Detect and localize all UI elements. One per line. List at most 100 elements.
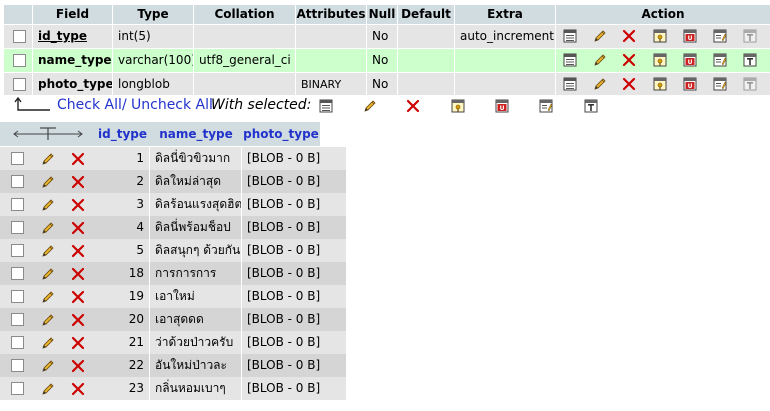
table-row: 5 ดิลสนุกๆ ด้วยกัน [BLOB - 0 B] [0,239,346,262]
unique-icon[interactable] [682,76,698,92]
header-name-type[interactable]: name_type [150,122,243,146]
pencil-icon[interactable] [40,289,56,305]
uncheck-all-link[interactable]: Uncheck All [131,97,213,113]
cell-id-type: 1 [95,147,150,170]
check-all-link[interactable]: Check All [57,97,122,113]
pencil-icon[interactable] [40,358,56,374]
table-row: 23 กลิ่นหอมเบาๆ [BLOB - 0 B] [0,377,346,400]
pencil-icon[interactable] [592,76,608,92]
table-row: 22 อันใหม่ป่าวละ [BLOB - 0 B] [0,354,346,377]
pencil-icon[interactable] [362,98,378,114]
index-icon[interactable] [712,28,728,44]
row-checkbox[interactable] [0,285,33,308]
pencil-icon[interactable] [592,28,608,44]
cell-name-type: ดิลสนุกๆ ด้วยกัน [150,239,242,262]
unique-icon[interactable] [494,98,510,114]
delete-icon[interactable] [405,98,421,114]
table-row: 1 ดิลนี่ขิวขิวมาก [BLOB - 0 B] [0,147,346,170]
delete-icon[interactable] [70,151,86,167]
pencil-icon[interactable] [40,266,56,282]
field-null: No [367,73,398,96]
browse-icon[interactable] [562,28,578,44]
delete-icon[interactable] [70,381,86,397]
pencil-icon[interactable] [40,174,56,190]
columns-arrows-icon[interactable] [10,125,86,143]
checkbox[interactable] [11,313,24,326]
delete-icon[interactable] [70,220,86,236]
pencil-icon[interactable] [40,381,56,397]
primary-key-icon[interactable] [450,98,466,114]
row-checkbox[interactable] [0,147,33,170]
checkbox[interactable] [13,78,26,91]
delete-icon[interactable] [621,28,637,44]
primary-key-icon[interactable] [652,76,668,92]
checkbox[interactable] [11,267,24,280]
table-row: 3 ดิลร้อนแรงสุดฮิต [BLOB - 0 B] [0,193,346,216]
row-checkbox[interactable] [0,239,33,262]
row-checkbox[interactable] [0,331,33,354]
checkbox[interactable] [11,198,24,211]
field-collation [194,25,296,48]
delete-icon[interactable] [70,266,86,282]
cell-photo-type: [BLOB - 0 B] [247,266,320,280]
pencil-icon[interactable] [40,151,56,167]
cell-photo-type: [BLOB - 0 B] [247,174,320,188]
header-column-resizer[interactable] [0,122,96,146]
row-checkbox[interactable] [0,308,33,331]
unique-icon[interactable] [682,52,698,68]
browse-icon[interactable] [318,98,334,114]
delete-icon[interactable] [70,312,86,328]
checkbox[interactable] [11,244,24,257]
header-photo-type[interactable]: photo_type [242,122,320,146]
row-checkbox[interactable] [0,262,33,285]
pencil-icon[interactable] [40,243,56,259]
delete-icon[interactable] [70,197,86,213]
fulltext-icon [742,28,758,44]
row-checkbox[interactable] [4,25,33,48]
pencil-icon[interactable] [592,52,608,68]
browse-icon[interactable] [562,76,578,92]
structure-row: name_type varchar(100) utf8_general_ci N… [4,49,770,72]
checkbox[interactable] [11,175,24,188]
pencil-icon[interactable] [40,197,56,213]
cell-name-type: ดิลใหม่ล่าสุด [150,170,242,193]
row-checkbox[interactable] [0,193,33,216]
checkbox[interactable] [11,290,24,303]
row-checkbox[interactable] [0,216,33,239]
checkbox[interactable] [11,336,24,349]
pencil-icon[interactable] [40,335,56,351]
field-attributes [296,25,367,48]
delete-icon[interactable] [70,289,86,305]
row-checkbox[interactable] [4,73,33,96]
delete-icon[interactable] [621,52,637,68]
row-checkbox[interactable] [0,354,33,377]
delete-icon[interactable] [70,243,86,259]
cell-id-type: 18 [95,262,150,285]
primary-key-icon[interactable] [652,28,668,44]
delete-icon[interactable] [70,335,86,351]
row-checkbox[interactable] [4,49,33,72]
pencil-icon[interactable] [40,312,56,328]
index-icon[interactable] [712,52,728,68]
index-icon[interactable] [712,76,728,92]
checkbox[interactable] [13,30,26,43]
unique-icon[interactable] [682,28,698,44]
checkbox[interactable] [11,382,24,395]
row-checkbox[interactable] [0,170,33,193]
delete-icon[interactable] [621,76,637,92]
primary-key-icon[interactable] [652,52,668,68]
row-checkbox[interactable] [0,377,33,400]
field-collation [194,73,296,96]
delete-icon[interactable] [70,174,86,190]
checkbox[interactable] [13,54,26,67]
index-icon[interactable] [538,98,554,114]
delete-icon[interactable] [70,358,86,374]
pencil-icon[interactable] [40,220,56,236]
browse-icon[interactable] [562,52,578,68]
checkbox[interactable] [11,359,24,372]
fulltext-icon[interactable] [583,98,599,114]
checkbox[interactable] [11,221,24,234]
checkbox[interactable] [11,152,24,165]
fulltext-icon[interactable] [742,52,758,68]
header-id-type[interactable]: id_type [95,122,151,146]
